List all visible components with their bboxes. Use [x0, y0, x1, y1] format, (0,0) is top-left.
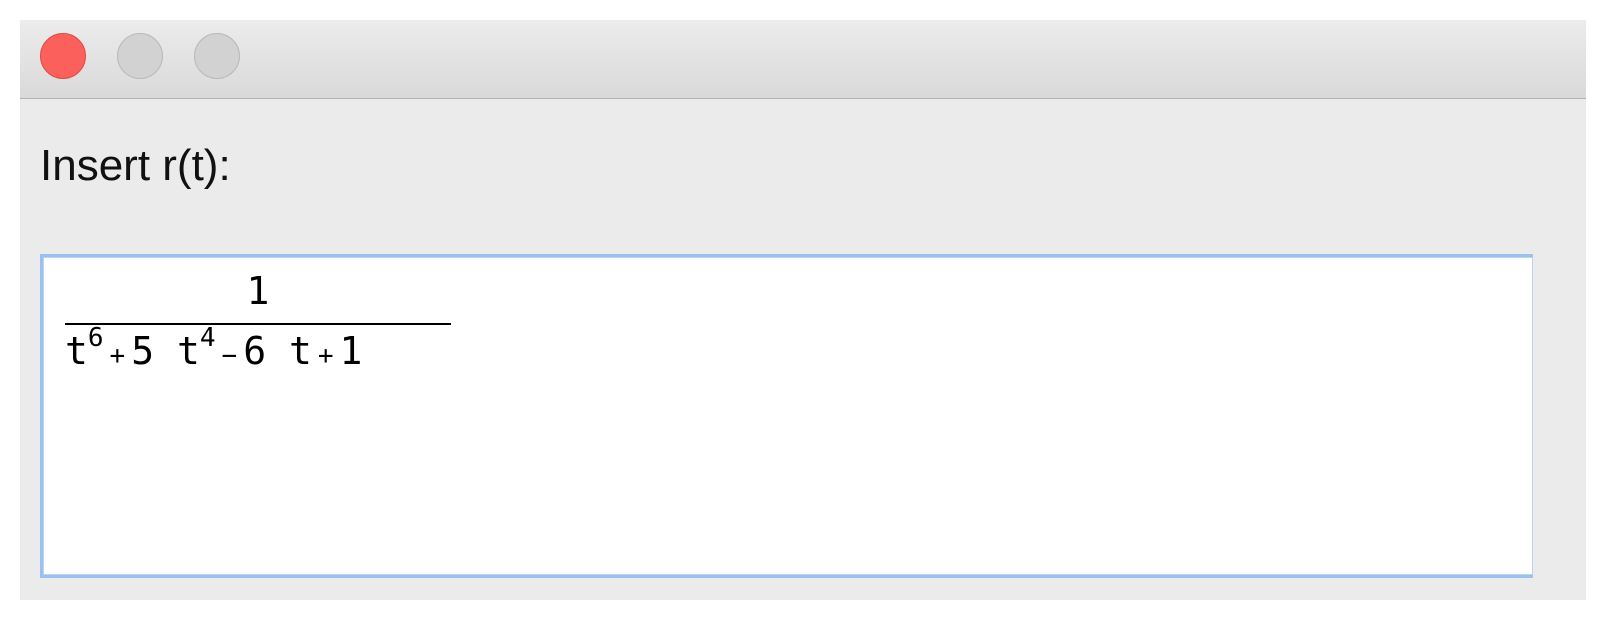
constant-term: 1	[339, 329, 363, 373]
fraction-numerator: 1	[246, 269, 270, 313]
term-exponent: 4	[199, 323, 216, 354]
formula-fraction: 1 t6+ 5 t4− 6 t +1	[65, 267, 451, 375]
minimize-button[interactable]	[117, 33, 163, 79]
minus-operator: −	[221, 341, 238, 371]
term-base: t	[288, 329, 312, 373]
term-exponent: 6	[87, 323, 104, 354]
term-base: t	[176, 329, 200, 373]
fraction-denominator: t6+ 5 t4− 6 t +1	[65, 325, 451, 375]
close-button[interactable]	[40, 33, 86, 79]
expression-input[interactable]: 1 t6+ 5 t4− 6 t +1	[40, 254, 1533, 578]
term-base: t	[65, 329, 88, 373]
plus-operator: +	[317, 341, 334, 371]
title-bar	[20, 20, 1586, 99]
term-coefficient: 6	[243, 329, 267, 373]
term-coefficient: 5	[131, 329, 155, 373]
plus-operator: +	[109, 341, 126, 371]
prompt-label: Insert r(t):	[40, 141, 231, 190]
dialog-window: Insert r(t): 1 t6+ 5 t4− 6 t +1	[20, 20, 1586, 600]
zoom-button[interactable]	[194, 33, 240, 79]
